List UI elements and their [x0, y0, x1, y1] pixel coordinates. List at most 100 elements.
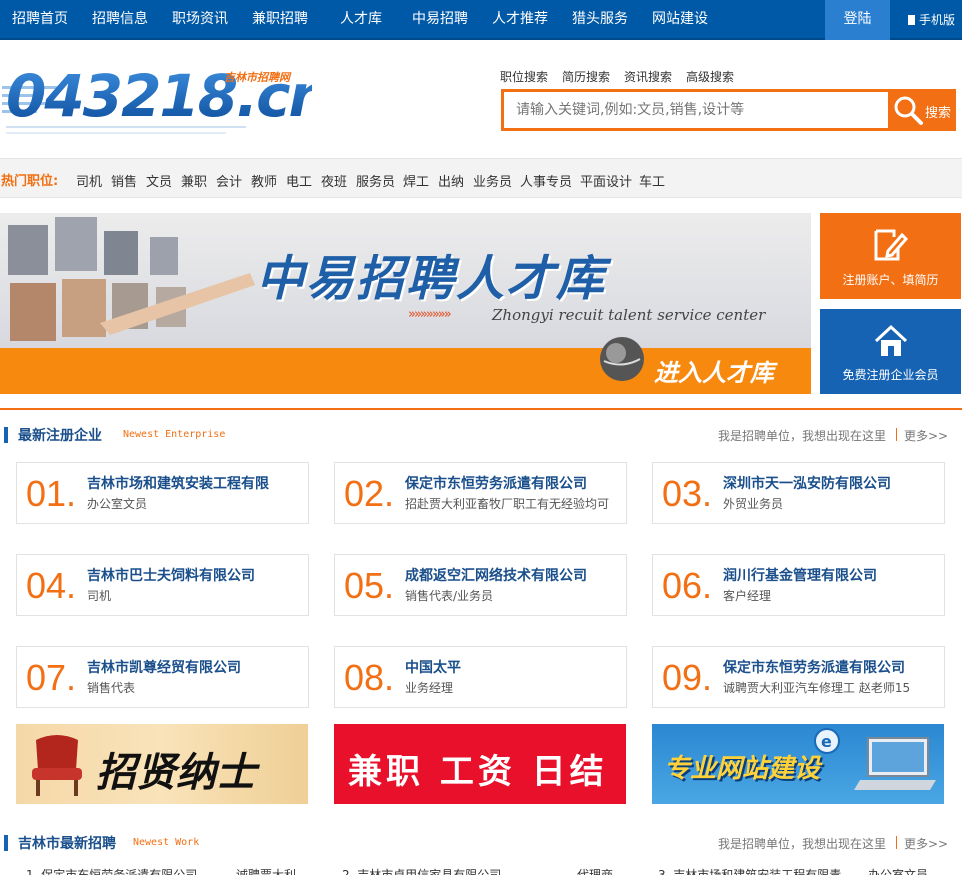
company-card[interactable]: 03. 深圳市天一泓安防有限公司 外贸业务员	[652, 462, 945, 524]
company-card[interactable]: 04. 吉林市巴士夫饲料有限公司 司机	[16, 554, 309, 616]
nav-talent-pool[interactable]: 人才库	[340, 0, 382, 40]
hot-job[interactable]: 业务员	[473, 171, 512, 190]
hot-job[interactable]: 会计	[216, 171, 242, 190]
advertise-here-link[interactable]: 我是招聘单位，我想出现在这里	[718, 835, 886, 852]
jobs-section-header: 吉林市最新招聘 Newest Work 我是招聘单位，我想出现在这里 更多>>	[0, 827, 962, 857]
hot-job[interactable]: 车工	[639, 171, 665, 190]
company-job[interactable]: 诚聘贾大利亚汽车修理工 赵老师15	[723, 679, 910, 696]
company-name[interactable]: 成都返空汇网络技术有限公司	[405, 565, 587, 585]
red-chair-icon	[32, 735, 82, 796]
nav-talent-recommend[interactable]: 人才推荐	[492, 0, 548, 40]
ad-web-building[interactable]: 专业网站建设 e	[652, 724, 944, 804]
tab-job-search[interactable]: 职位搜索	[500, 70, 548, 84]
enter-talent-pool-button[interactable]: 进入人才库	[654, 353, 774, 388]
job-row-title[interactable]: 诚聘贾大利	[236, 866, 296, 875]
company-index: 07.	[26, 657, 77, 698]
site-logo[interactable]: 043218.cn 吉林市招聘网	[2, 62, 330, 142]
banner-title: 中易招聘人才库	[256, 251, 607, 307]
company-job[interactable]: 司机	[87, 587, 111, 604]
search-button-label: 搜索	[925, 106, 952, 121]
job-row-title[interactable]: 代理商	[577, 866, 613, 875]
nav-part-time[interactable]: 兼职招聘	[252, 0, 308, 40]
company-index: 09.	[662, 657, 713, 698]
talent-pool-banner[interactable]: 中易招聘人才库 »»»»»»» Zhongyi recuit talent se…	[0, 213, 811, 394]
companies-section-title-en: Newest Enterprise	[123, 429, 226, 440]
login-button[interactable]: 登陆	[825, 0, 890, 40]
company-name[interactable]: 保定市东恒劳务派遣有限公司	[723, 657, 905, 677]
nav-zhongyi[interactable]: 中易招聘	[412, 0, 468, 40]
company-name[interactable]: 吉林市巴士夫饲料有限公司	[87, 565, 255, 585]
advertise-here-link[interactable]: 我是招聘单位，我想出现在这里	[718, 427, 886, 444]
nav-home[interactable]: 招聘首页	[12, 0, 68, 40]
tab-resume-search[interactable]: 简历搜索	[562, 70, 610, 84]
company-card[interactable]: 02. 保定市东恒劳务派遣有限公司 招赴贾大利亚畜牧厂职工有无经验均可	[334, 462, 627, 524]
company-job[interactable]: 业务经理	[405, 679, 453, 696]
search-input[interactable]	[504, 92, 887, 128]
hot-job[interactable]: 焊工	[403, 171, 429, 190]
hot-job[interactable]: 平面设计	[580, 171, 632, 190]
company-name[interactable]: 保定市东恒劳务派遣有限公司	[405, 473, 587, 493]
hot-job[interactable]: 兼职	[181, 171, 207, 190]
nav-headhunter[interactable]: 猎头服务	[572, 0, 628, 40]
hot-job[interactable]: 司机	[76, 171, 102, 190]
company-card[interactable]: 09. 保定市东恒劳务派遣有限公司 诚聘贾大利亚汽车修理工 赵老师15	[652, 646, 945, 708]
register-company-tile[interactable]: 免费注册企业会员	[820, 309, 961, 394]
company-job[interactable]: 办公室文员	[87, 495, 147, 512]
register-resume-label: 注册账户、填简历	[842, 273, 939, 287]
job-row-title[interactable]: 办公室文员	[868, 866, 928, 875]
companies-section-title: 最新注册企业	[18, 428, 102, 444]
company-index: 03.	[662, 473, 713, 514]
arrows-decoration: »»»»»»»	[408, 307, 452, 322]
company-name[interactable]: 吉林市场和建筑安装工程有限	[87, 473, 269, 493]
more-jobs-link[interactable]: 更多>>	[904, 835, 948, 852]
company-name[interactable]: 深圳市天一泓安防有限公司	[723, 473, 891, 493]
hot-job[interactable]: 销售	[111, 171, 137, 190]
companies-section-header: 最新注册企业 Newest Enterprise 我是招聘单位，我想出现在这里 …	[0, 419, 962, 449]
company-card[interactable]: 06. 润川行基金管理有限公司 客户经理	[652, 554, 945, 616]
section-divider	[0, 408, 962, 410]
company-name[interactable]: 润川行基金管理有限公司	[723, 565, 877, 585]
ad-part-time[interactable]: 兼职 工资 日结	[334, 724, 626, 804]
jobs-section-title: 吉林市最新招聘	[18, 836, 116, 852]
search-button[interactable]: 搜索	[888, 92, 956, 128]
company-card[interactable]: 01. 吉林市场和建筑安装工程有限 办公室文员	[16, 462, 309, 524]
nav-career-news[interactable]: 职场资讯	[172, 0, 228, 40]
company-card[interactable]: 05. 成都返空汇网络技术有限公司 销售代表/业务员	[334, 554, 627, 616]
company-job[interactable]: 销售代表	[87, 679, 135, 696]
nav-job-info[interactable]: 招聘信息	[92, 0, 148, 40]
divider	[896, 836, 897, 849]
hot-job[interactable]: 教师	[251, 171, 277, 190]
hot-job[interactable]: 电工	[286, 171, 312, 190]
jobs-section-title-en: Newest Work	[133, 837, 200, 848]
ad3-text: 专业网站建设	[664, 754, 821, 784]
banner-subtitle: Zhongyi recuit talent service center	[492, 306, 766, 324]
company-job[interactable]: 客户经理	[723, 587, 771, 604]
top-navbar: 招聘首页 招聘信息 职场资讯 兼职招聘 人才库 中易招聘 人才推荐 猎头服务 网…	[0, 0, 962, 40]
job-row-company[interactable]: 1. 保定市东恒劳务派遣有限公司	[26, 866, 197, 875]
more-companies-link[interactable]: 更多>>	[904, 427, 948, 444]
tab-advanced-search[interactable]: 高级搜索	[686, 70, 734, 84]
tab-news-search[interactable]: 资讯搜索	[624, 70, 672, 84]
company-name[interactable]: 中国太平	[405, 657, 461, 677]
edit-resume-icon	[874, 229, 909, 261]
hot-job[interactable]: 文员	[146, 171, 172, 190]
job-row-company[interactable]: 3. 吉林市场和建筑安装工程有限责	[658, 866, 841, 875]
nav-web-building[interactable]: 网站建设	[652, 0, 708, 40]
hot-job[interactable]: 人事专员	[520, 171, 572, 190]
company-card[interactable]: 07. 吉林市凯尊经贸有限公司 销售代表	[16, 646, 309, 708]
mobile-version-link[interactable]: 手机版	[908, 0, 955, 40]
company-job[interactable]: 招赴贾大利亚畜牧厂职工有无经验均可	[405, 495, 609, 512]
ad-recruit-talent[interactable]: 招贤纳士	[16, 724, 308, 804]
job-row-company[interactable]: 2. 吉林市卓甲信家具有限公司	[342, 866, 501, 875]
company-card[interactable]: 08. 中国太平 业务经理	[334, 646, 627, 708]
logo-site-name: 吉林市招聘网	[224, 71, 292, 84]
hot-job[interactable]: 服务员	[356, 171, 395, 190]
company-job[interactable]: 外贸业务员	[723, 495, 783, 512]
hot-job[interactable]: 夜班	[321, 171, 347, 190]
company-job[interactable]: 销售代表/业务员	[405, 587, 493, 604]
register-resume-tile[interactable]: 注册账户、填简历	[820, 213, 961, 299]
company-index: 08.	[344, 657, 395, 698]
search-box: 搜索	[501, 89, 956, 131]
hot-job[interactable]: 出纳	[438, 171, 464, 190]
company-name[interactable]: 吉林市凯尊经贸有限公司	[87, 657, 241, 677]
